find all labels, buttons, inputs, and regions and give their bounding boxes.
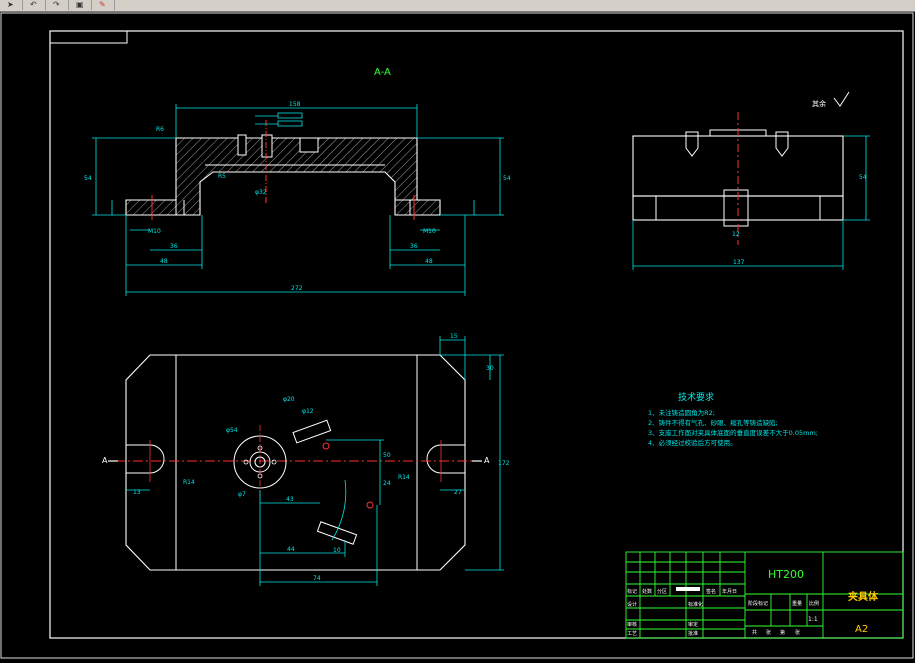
tech-title: 技术要求: [678, 391, 714, 403]
tb-label-check: 审核: [627, 621, 637, 628]
dim-left-48: 48: [160, 258, 168, 265]
drawing-frame: [49, 30, 904, 639]
dim-m10-left: M10: [148, 228, 161, 235]
dim-plan-15: 15: [450, 333, 458, 340]
tb-label-mark: 标记: [627, 588, 637, 595]
plan-view: [108, 354, 482, 571]
dim-side-height: 54: [859, 174, 867, 181]
tb-label-no: 第: [780, 629, 785, 636]
dim-plan-10: 10: [333, 547, 341, 554]
dim-plan-r14-right: R14: [398, 474, 410, 481]
tb-label-zone: 分区: [657, 588, 667, 595]
dim-overall-length: 272: [291, 285, 303, 292]
dim-side-slot: 12: [732, 231, 740, 238]
roughness-note: 其余: [812, 99, 826, 108]
part-name: 夹具体: [848, 590, 879, 603]
undo-icon: ↶: [30, 0, 37, 9]
dim-plan-24: 24: [383, 480, 391, 487]
tb-label-sheet: 张: [795, 629, 800, 636]
dim-top-width: 158: [289, 101, 301, 108]
dim-plan-30: 30: [486, 365, 494, 372]
dim-phi32: φ32: [255, 189, 267, 196]
tb-label-process: 工艺: [627, 631, 637, 637]
frame-corner-box: [50, 31, 128, 44]
dim-plan-43: 43: [286, 496, 294, 503]
plan-dim-labels: 15 30 172 43 44 74 φ20 φ12 φ54 φ7 R14 R1…: [133, 333, 510, 582]
dim-r6: R6: [156, 126, 164, 133]
tech-item-4: 4、必须经过校验后方可使用。: [648, 438, 737, 447]
dim-plan-74: 74: [313, 575, 321, 582]
dim-plan-44: 44: [287, 546, 295, 553]
redo-icon: ↷: [53, 0, 60, 9]
technical-requirements: 技术要求 1、未注铸造圆角为R2; 2、铸件不得有气孔、砂眼、缩孔等铸造缺陷; …: [648, 391, 818, 447]
tb-label-approve: 审定: [688, 621, 698, 628]
tb-label-stage: 阶段标记: [748, 600, 768, 607]
cad-drawing-canvas[interactable]: A-A 其余 158 272 48 48 36 36 54 54 R6 R5 φ…: [0, 12, 915, 659]
side-view: [632, 112, 844, 245]
section-mark-left: A: [102, 456, 108, 465]
tb-label-sheets: 张: [766, 629, 771, 636]
dim-left-36: 36: [170, 243, 178, 250]
tech-item-1: 1、未注铸造圆角为R2;: [648, 408, 715, 417]
tb-label-standard: 标准化: [688, 601, 703, 608]
toolbar-button-1[interactable]: ➤: [0, 0, 23, 10]
dim-plan-phi54: φ54: [226, 427, 238, 434]
scale-value: 1:1: [808, 616, 818, 623]
dim-plan-height: 172: [498, 460, 510, 467]
dim-m10-right: M10: [423, 228, 436, 235]
dim-right-48: 48: [425, 258, 433, 265]
dim-right-36: 36: [410, 243, 418, 250]
dim-plan-phi7: φ7: [238, 491, 246, 498]
paint-icon: ▣: [76, 0, 84, 9]
dim-plan-27: 27: [454, 489, 462, 496]
front-dim-labels: 158 272 48 48 36 36 54 54 R6 R5 φ32 M10 …: [84, 101, 511, 292]
tb-label-date: 年月日: [722, 588, 737, 595]
dim-plan-phi12: φ12: [302, 408, 314, 415]
front-section-view: [125, 112, 441, 220]
dim-plan-50: 50: [383, 452, 391, 459]
toolbar: ➤ ↶ ↷ ▣ ✎: [0, 0, 915, 12]
tb-label-total: 共: [752, 629, 757, 636]
drawing-number: A2: [855, 624, 868, 635]
dim-height-right: 54: [503, 175, 511, 182]
title-block-filled-cell: [676, 587, 700, 591]
tb-label-ratify: 批准: [688, 630, 698, 637]
section-title: A-A: [374, 67, 391, 78]
tb-label-scale: 比例: [809, 600, 819, 607]
material-label: HT200: [768, 568, 804, 581]
tech-item-2: 2、铸件不得有气孔、砂眼、缩孔等铸造缺陷;: [648, 418, 778, 427]
toolbar-button-2[interactable]: ↶: [23, 0, 46, 10]
tb-label-sign: 签名: [706, 588, 716, 595]
toolbar-button-4[interactable]: ▣: [69, 0, 92, 10]
roughness-symbol: [833, 91, 850, 107]
toolbar-button-3[interactable]: ↷: [46, 0, 69, 10]
side-dimensions: [632, 135, 870, 270]
arrow-icon: ➤: [7, 0, 14, 9]
tb-label-design: 设计: [627, 601, 637, 608]
tb-label-weight: 重量: [792, 600, 802, 607]
tech-item-3: 3、支座工作面对夹具体底面的垂直度误差不大于0.05mm;: [648, 428, 818, 437]
dim-side-width: 137: [733, 259, 745, 266]
dim-plan-13: 13: [133, 489, 141, 496]
dim-plan-phi20: φ20: [283, 396, 295, 403]
dim-r5: R5: [218, 173, 226, 180]
section-mark-right: A: [484, 456, 490, 465]
toolbar-button-5[interactable]: ✎: [92, 0, 115, 10]
brush-icon: ✎: [99, 0, 106, 9]
tb-label-count: 处数: [642, 588, 652, 595]
dim-plan-r14-left: R14: [183, 479, 195, 486]
dim-height-left: 54: [84, 175, 92, 182]
